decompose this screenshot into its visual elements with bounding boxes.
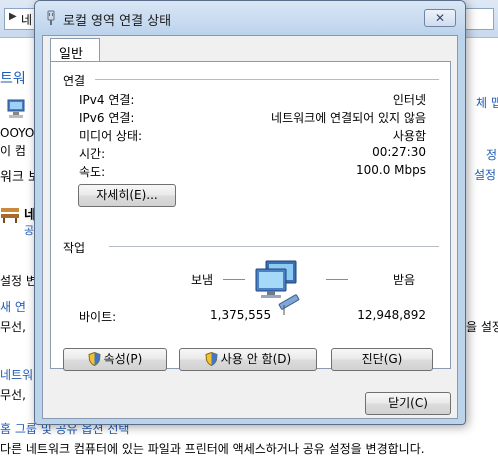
dialog-titlebar[interactable]: 로컬 영역 연결 상태 ✕	[35, 1, 465, 35]
details-button[interactable]: 자세히(E)...	[78, 184, 176, 207]
bg-fragment-change-settings: 설정 변	[0, 274, 37, 288]
dialog-title: 로컬 영역 연결 상태	[63, 14, 172, 29]
ipv6-label: IPv6 연결:	[79, 111, 135, 125]
bg-fragment-computer-name: OOYO	[0, 126, 35, 140]
ipv4-label: IPv4 연결:	[79, 93, 135, 107]
address-arrow-icon[interactable]: ▶	[9, 11, 17, 22]
received-label: 받음	[393, 273, 416, 287]
disable-label: 사용 안 함(D)	[220, 352, 292, 366]
bg-fragment-right-1[interactable]: 정	[486, 146, 497, 163]
bg-fragment-right-3: 을 설정	[466, 320, 498, 334]
tab-general[interactable]: 일반	[50, 38, 100, 62]
sent-dash	[223, 279, 245, 280]
bench-network-icon	[1, 208, 19, 223]
bg-fragment-this-computer: 이 컴	[0, 144, 26, 158]
bg-fragment-network[interactable]: 트워	[0, 68, 26, 88]
uac-shield-icon	[205, 352, 218, 366]
uac-shield-icon	[88, 352, 101, 366]
connection-section-label: 연결	[63, 74, 86, 88]
ipv6-value: 네트워크에 연결되어 있지 않음	[271, 111, 426, 125]
disable-button[interactable]: 사용 안 함(D)	[179, 348, 317, 371]
speed-value: 100.0 Mbps	[355, 163, 426, 177]
received-dash	[326, 279, 348, 280]
bytes-sent-value: 1,375,555	[210, 308, 272, 322]
general-tab-panel: 연결 IPv4 연결: 인터넷 IPv6 연결: 네트워크에 연결되어 있지 않…	[50, 61, 451, 369]
homegroup-sharing-description: 다른 네트워크 컴퓨터에 있는 파일과 프린터에 액세스하거나 공유 설정을 변…	[0, 442, 425, 456]
bytes-received-value: 12,948,892	[357, 308, 426, 322]
bg-fragment-network-link[interactable]: 네트워	[0, 366, 33, 383]
connection-section-divider	[95, 79, 439, 80]
speed-label: 속도:	[79, 165, 106, 179]
activity-section-divider	[109, 246, 439, 247]
sent-label: 보냄	[191, 273, 214, 287]
dialog-client-area: 일반 연결 IPv4 연결: 인터넷 IPv6 연결: 네트워크에 연결되어 있…	[42, 35, 458, 419]
media-state-label: 미디어 상태:	[79, 129, 143, 143]
media-state-value: 사용함	[392, 129, 426, 143]
properties-label: 속성(P)	[103, 352, 143, 366]
network-adapter-icon	[47, 10, 55, 25]
bg-fragment-new-connection[interactable]: 새 연	[0, 298, 26, 315]
connection-status-dialog: 로컬 영역 연결 상태 ✕ 일반 연결 IPv4 연결: 인터넷 IPv6 연결…	[34, 0, 466, 425]
bg-fragment-wireless-1: 무선,	[0, 320, 26, 334]
bytes-label: 바이트:	[79, 310, 117, 324]
activity-section-label: 작업	[63, 241, 86, 255]
properties-button[interactable]: 속성(P)	[63, 348, 167, 371]
ipv4-value: 인터넷	[392, 93, 426, 107]
close-button[interactable]: 닫기(C)	[365, 392, 451, 415]
bg-fragment-wireless-2: 무선,	[0, 388, 26, 402]
close-icon: ✕	[434, 11, 446, 25]
bg-fragment-right-2[interactable]: 설정	[474, 166, 496, 183]
bg-fragment-link[interactable]: 공	[24, 222, 34, 238]
duration-label: 시간:	[79, 147, 106, 161]
diagnose-button[interactable]: 진단(G)	[331, 348, 433, 371]
title-close-button[interactable]: ✕	[424, 9, 456, 27]
duration-value: 00:27:30	[372, 145, 426, 159]
bg-fragment-full-map[interactable]: 체 맵	[476, 94, 498, 111]
network-activity-icon	[255, 260, 300, 315]
network-computer-icon	[7, 99, 25, 118]
address-text: 네	[21, 13, 33, 27]
